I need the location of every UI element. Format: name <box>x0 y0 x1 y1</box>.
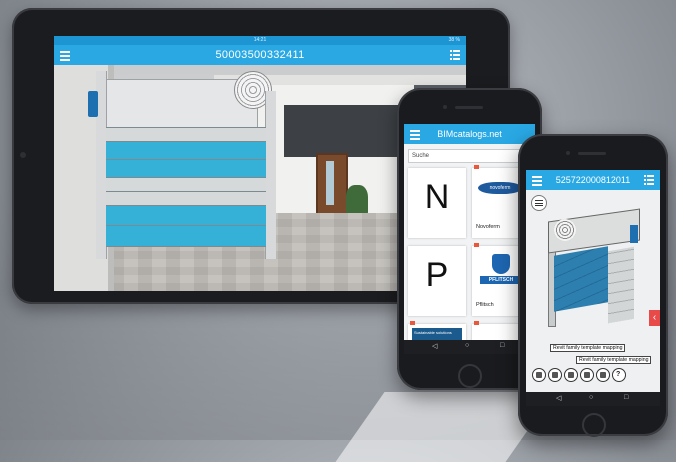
door-panel <box>106 205 266 227</box>
list-view-icon[interactable] <box>644 175 654 185</box>
phone2-home-button[interactable] <box>582 413 606 437</box>
scene-plant <box>346 185 368 215</box>
search-input[interactable]: Suche <box>408 149 531 163</box>
door-icon[interactable] <box>564 368 578 382</box>
tablet-app-bar: 50003500332411 <box>54 45 466 65</box>
nav-recent-button[interactable]: □ <box>624 394 628 401</box>
collapse-panel-button[interactable]: ‹ <box>649 310 660 326</box>
door-panel <box>106 225 266 247</box>
scene-front-door <box>316 153 348 217</box>
status-battery: 38 % <box>448 37 460 43</box>
android-nav-bar: ◁ ○ □ <box>526 392 660 406</box>
camera-icon[interactable] <box>548 368 562 382</box>
tile-badge <box>474 165 479 169</box>
nav-home-button[interactable]: ○ <box>589 394 593 401</box>
door-panel <box>106 159 266 179</box>
tile-letter: N <box>424 178 450 216</box>
cube-icon[interactable] <box>580 368 594 382</box>
phone1-screen: BIMcatalogs.net Suche N novoferm Novofer… <box>404 124 535 354</box>
tablet-status-bar: 14:21 38 % <box>54 36 466 45</box>
door-panel <box>106 141 266 161</box>
pflitsch-logo: PFLITSCH <box>480 276 522 284</box>
status-time: 14:21 <box>253 37 267 43</box>
nav-home-button[interactable]: ○ <box>465 342 469 349</box>
tile-badge <box>474 321 479 325</box>
catalog-tile-letter[interactable]: N <box>408 168 466 238</box>
phone2-app-title: 525722000812011 <box>555 175 631 185</box>
tablet-camera <box>20 152 26 158</box>
help-icon[interactable]: ? <box>612 368 626 382</box>
phone2-app-bar: 525722000812011 <box>526 170 660 190</box>
gallery-icon[interactable] <box>532 368 546 382</box>
phone1-app-bar: BIMcatalogs.net <box>404 124 535 144</box>
catalog-tile-letter[interactable]: P <box>408 246 466 316</box>
phone1-speaker <box>455 106 483 109</box>
phone-device-model: 525722000812011 ‹ Revit family template … <box>518 134 668 437</box>
nav-recent-button[interactable]: □ <box>500 342 504 349</box>
pflitsch-shield-icon <box>492 254 510 274</box>
door-frame-right <box>265 91 276 259</box>
tile-caption: Pflitsch <box>476 302 494 308</box>
rolling-door-model[interactable] <box>88 71 276 259</box>
phone1-camera <box>443 105 447 109</box>
phone2-speaker <box>578 152 606 155</box>
phone1-home-button[interactable] <box>458 364 482 388</box>
phone2-camera <box>566 151 570 155</box>
list-toggle-button[interactable] <box>531 195 547 211</box>
tablet-app-title: 50003500332411 <box>215 49 305 61</box>
list-view-icon[interactable] <box>450 50 460 60</box>
tile-letter: P <box>425 256 449 294</box>
nav-back-button[interactable]: ◁ <box>556 394 561 402</box>
help-glyph: ? <box>616 371 621 378</box>
door-motor <box>88 91 98 117</box>
model-roll <box>554 219 576 241</box>
model-label[interactable]: Revit family template mapping <box>550 344 626 352</box>
android-nav-bar: ◁ ○ □ <box>404 340 535 354</box>
tile-badge <box>474 243 479 247</box>
phone1-app-title: BIMcatalogs.net <box>437 129 502 139</box>
tile-badge <box>410 321 415 325</box>
model-blue-panels <box>554 246 608 312</box>
model-motor <box>630 225 638 243</box>
novoferm-logo: novoferm <box>478 182 522 194</box>
tile-caption: Novoferm <box>476 224 500 230</box>
model-side-panels <box>608 246 634 324</box>
nav-back-button[interactable]: ◁ <box>432 342 437 350</box>
cube-outline-icon[interactable] <box>596 368 610 382</box>
model-label[interactable]: Revit family template mapping <box>576 356 652 364</box>
phone2-screen: 525722000812011 ‹ Revit family template … <box>526 170 660 406</box>
door-3d-model[interactable] <box>548 208 644 335</box>
